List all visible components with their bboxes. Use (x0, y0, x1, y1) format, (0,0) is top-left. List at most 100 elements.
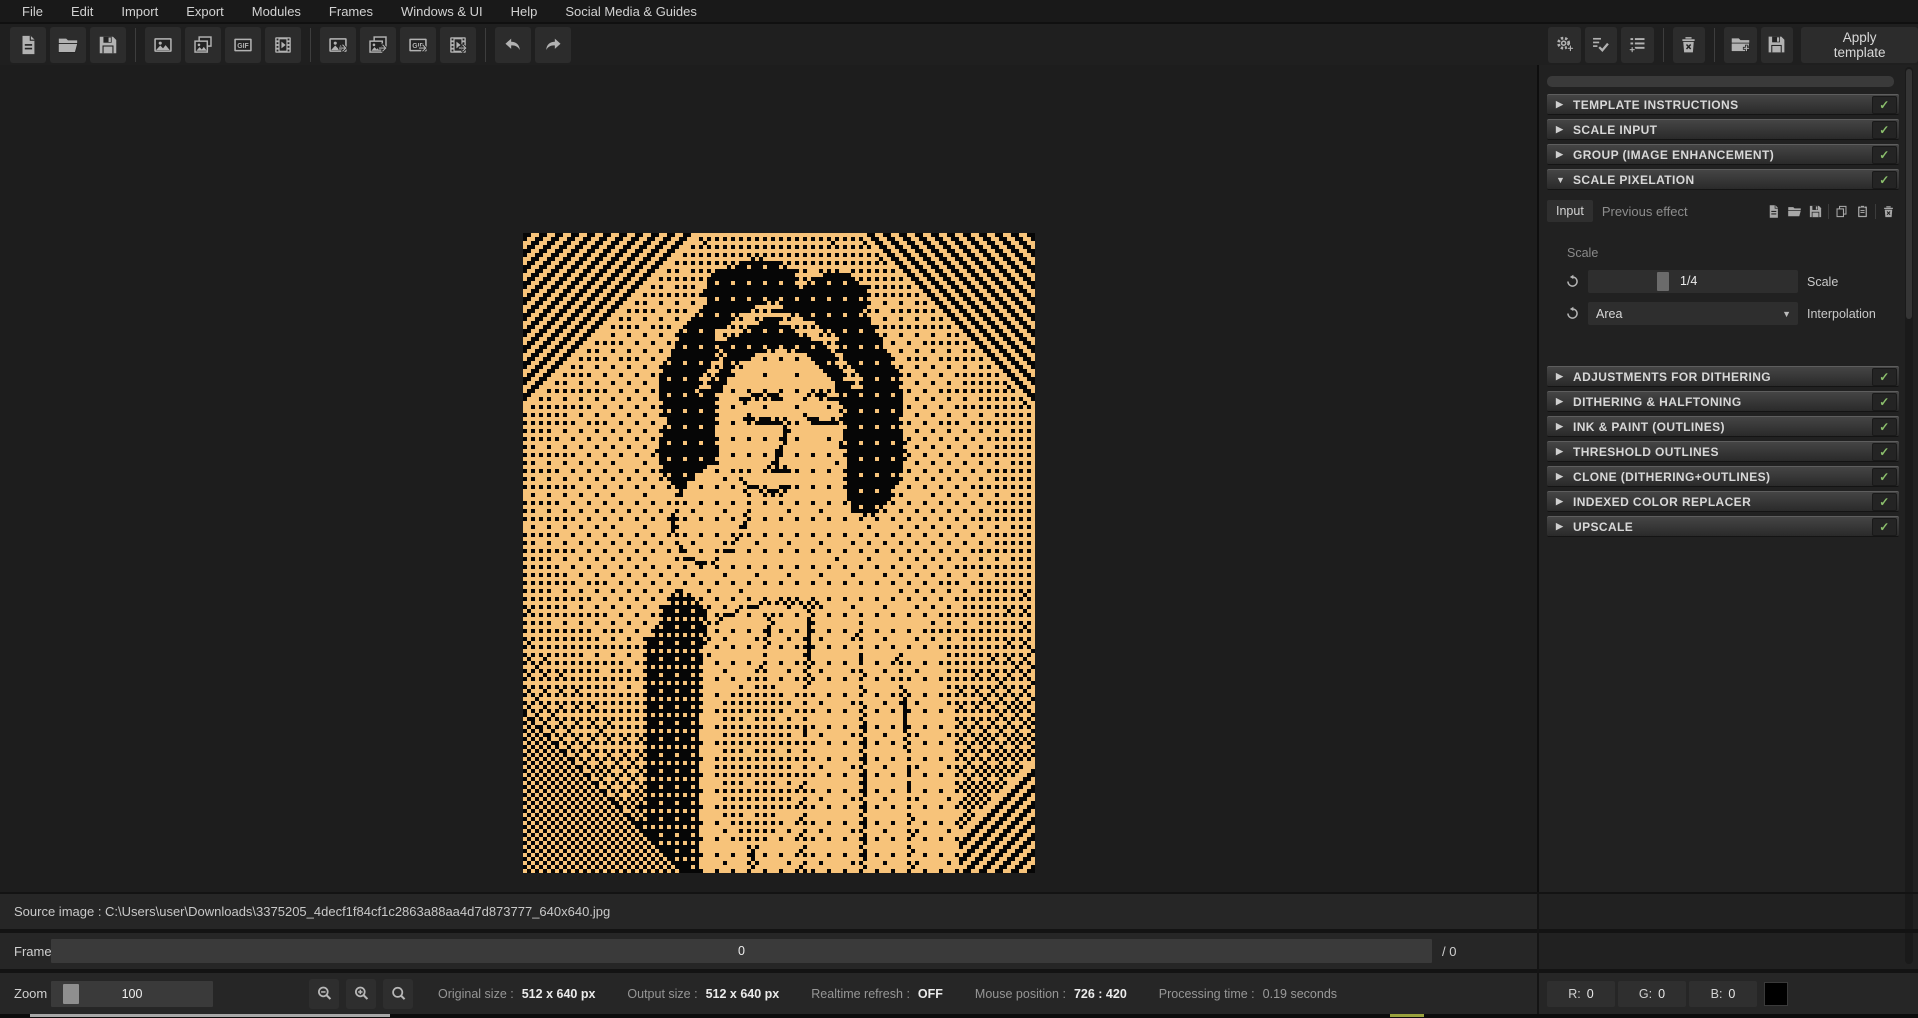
import-gif-button[interactable]: GIF (225, 27, 261, 63)
menu-edit[interactable]: Edit (57, 0, 107, 23)
load-template-folder-button[interactable] (1724, 27, 1757, 63)
menu-import[interactable]: Import (107, 0, 172, 23)
run-template-script-button[interactable] (1585, 27, 1618, 63)
input-source-chip[interactable]: Input (1547, 200, 1593, 222)
status-field-original-size: Original size :512 x 640 px (438, 987, 595, 1001)
status-field-processing-time: Processing time :0.19 seconds (1159, 987, 1337, 1001)
export-video-button[interactable] (440, 27, 476, 63)
panel-header-dithering-halftoning[interactable]: ▶DITHERING & HALFTONING✓ (1547, 391, 1899, 412)
undo-button[interactable] (495, 27, 531, 63)
export-video-icon (447, 34, 469, 56)
save-file-button[interactable] (90, 27, 126, 63)
menu-help[interactable]: Help (497, 0, 552, 23)
effect-io-buttons (1763, 201, 1899, 222)
panel-header-adjustments-for-dithering[interactable]: ▶ADJUSTMENTS FOR DITHERING✓ (1547, 366, 1899, 387)
sidebar-scrollbar[interactable] (1905, 67, 1913, 964)
panel-header-scale-pixelation[interactable]: ▼SCALE PIXELATION✓ (1547, 169, 1899, 190)
menu-windows-ui[interactable]: Windows & UI (387, 0, 497, 23)
panel-header-threshold-outlines[interactable]: ▶THRESHOLD OUTLINES✓ (1547, 441, 1899, 462)
scale-slider[interactable]: 1/4 (1588, 270, 1798, 293)
panel-enable-checkbox[interactable]: ✓ (1872, 368, 1897, 386)
panel-title: UPSCALE (1573, 520, 1633, 534)
scale-slider-handle[interactable] (1657, 272, 1669, 291)
expand-triangle-icon: ▶ (1556, 446, 1573, 457)
save-file-mini-button[interactable] (1805, 201, 1826, 222)
panel-enable-checkbox[interactable]: ✓ (1872, 493, 1897, 511)
zoom-slider[interactable]: 100 (51, 981, 213, 1007)
menu-social-media-guides[interactable]: Social Media & Guides (551, 0, 711, 23)
panel-header-indexed-color-replacer[interactable]: ▶INDEXED COLOR REPLACER✓ (1547, 491, 1899, 512)
channel-b-readout: B:0 (1689, 981, 1757, 1007)
toolbar-separator (310, 28, 311, 62)
export-image-button[interactable] (320, 27, 356, 63)
scrollbar-thumb[interactable] (1906, 69, 1912, 319)
save-file-icon (1808, 204, 1823, 219)
panel-enable-checkbox[interactable]: ✓ (1872, 418, 1897, 436)
import-image-button[interactable] (145, 27, 181, 63)
apply-template-button[interactable]: Apply template (1801, 27, 1918, 63)
panel-enable-checkbox[interactable]: ✓ (1872, 468, 1897, 486)
horizontal-scrollbar-thumb[interactable] (30, 1014, 390, 1017)
paste-mini-button[interactable] (1852, 201, 1873, 222)
import-video-button[interactable] (265, 27, 301, 63)
panel-title: CLONE (DITHERING+OUTLINES) (1573, 470, 1770, 484)
export-gif-button[interactable]: GIF (400, 27, 436, 63)
channel-r-readout: R:0 (1547, 981, 1615, 1007)
panel-header-upscale[interactable]: ▶UPSCALE✓ (1547, 516, 1899, 537)
panel-enable-checkbox[interactable]: ✓ (1872, 393, 1897, 411)
menu-file[interactable]: File (8, 0, 57, 23)
interpolation-row-label: Interpolation (1807, 307, 1876, 321)
panel-header-template-instructions[interactable]: ▶TEMPLATE INSTRUCTIONS✓ (1547, 94, 1899, 115)
menu-modules[interactable]: Modules (238, 0, 315, 23)
panel-enable-checkbox[interactable]: ✓ (1872, 96, 1897, 114)
zoom-out-button[interactable] (309, 979, 339, 1009)
panel-enable-checkbox[interactable]: ✓ (1872, 146, 1897, 164)
new-file-button[interactable] (10, 27, 46, 63)
reset-interpolation-button[interactable] (1561, 303, 1583, 325)
menu-export[interactable]: Export (172, 0, 238, 23)
panel-enable-checkbox[interactable]: ✓ (1872, 443, 1897, 461)
main-toolbar: GIF GIF Apply template (0, 24, 1918, 65)
effect-list-button[interactable] (1621, 27, 1654, 63)
panel-header-group-image-enhancement[interactable]: ▶GROUP (IMAGE ENHANCEMENT)✓ (1547, 144, 1899, 165)
import-image-sequence-button[interactable] (185, 27, 221, 63)
panel-title: ADJUSTMENTS FOR DITHERING (1573, 370, 1771, 384)
interpolation-dropdown[interactable]: Area ▼ (1588, 302, 1798, 325)
open-file-mini-button[interactable] (1784, 201, 1805, 222)
copy-mini-button[interactable] (1831, 201, 1852, 222)
canvas-viewport[interactable] (0, 65, 1537, 894)
panel-title: GROUP (IMAGE ENHANCEMENT) (1573, 148, 1774, 162)
clear-effects-trash-button[interactable] (1673, 27, 1706, 63)
export-image-sequence-button[interactable] (360, 27, 396, 63)
panel-enable-checkbox[interactable]: ✓ (1872, 121, 1897, 139)
reset-scale-button[interactable] (1561, 271, 1583, 293)
open-file-icon (57, 34, 79, 56)
zoom-fit-button[interactable] (383, 979, 413, 1009)
delete-mini-button[interactable] (1878, 201, 1899, 222)
panel-header-clone-dithering-outlines[interactable]: ▶CLONE (DITHERING+OUTLINES)✓ (1547, 466, 1899, 487)
panel-header-ink-paint-outlines[interactable]: ▶INK & PAINT (OUTLINES)✓ (1547, 416, 1899, 437)
panel-enable-checkbox[interactable]: ✓ (1872, 518, 1897, 536)
source-image-bar: Source image : C:\Users\user\Downloads\3… (0, 894, 1537, 929)
save-template-button[interactable] (1761, 27, 1794, 63)
menu-frames[interactable]: Frames (315, 0, 387, 23)
import-image-sequence-icon (192, 34, 214, 56)
open-file-button[interactable] (50, 27, 86, 63)
redo-button[interactable] (535, 27, 571, 63)
zoom-buttons (309, 979, 420, 1009)
frame-slider[interactable]: 0 (51, 939, 1432, 963)
add-effect-gear-button[interactable] (1548, 27, 1581, 63)
panel-enable-checkbox[interactable]: ✓ (1872, 171, 1897, 189)
panel-header-scale-input[interactable]: ▶SCALE INPUT✓ (1547, 119, 1899, 140)
new-file-mini-button[interactable] (1763, 201, 1784, 222)
zoom-in-button[interactable] (346, 979, 376, 1009)
copy-icon (1834, 204, 1849, 219)
preview-image[interactable] (523, 233, 1035, 873)
zoom-out-icon (315, 984, 334, 1003)
template-name-bar[interactable] (1547, 76, 1894, 87)
channel-label: G: (1639, 987, 1652, 1001)
input-source-value: Previous effect (1602, 204, 1688, 219)
effects-sidebar: ▶TEMPLATE INSTRUCTIONS✓ ▶SCALE INPUT✓ ▶ GRO… (1537, 65, 1918, 972)
divider (1537, 894, 1539, 1014)
zoom-value: 100 (51, 981, 213, 1007)
